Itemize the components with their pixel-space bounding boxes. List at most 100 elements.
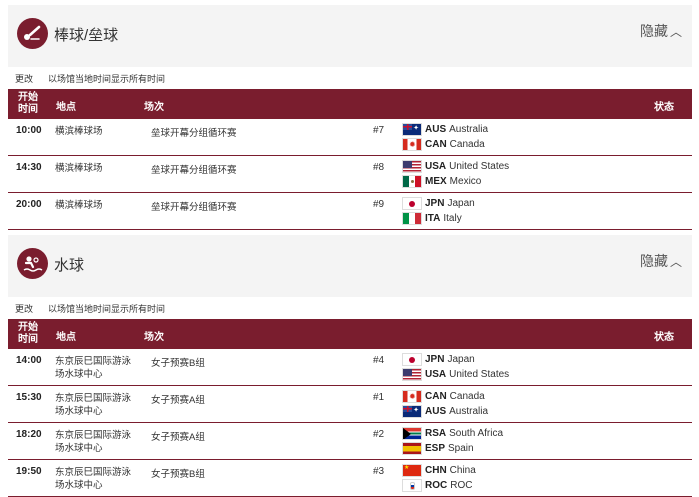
change-timezone-link[interactable]: 更改 bbox=[15, 72, 33, 85]
usa-flag-icon bbox=[402, 159, 422, 173]
hide-button[interactable]: 隐藏 ︿ bbox=[640, 21, 682, 41]
can-flag-icon bbox=[402, 137, 422, 151]
team-name: Canada bbox=[449, 390, 485, 402]
match-time: 14:30 bbox=[16, 162, 42, 173]
table-row[interactable]: 14:00 东京辰巳国际游泳场水球中心 女子预赛B组 #4 JPN Japan USA Uni… bbox=[8, 349, 692, 386]
team-code: RSA bbox=[425, 427, 447, 439]
team-name: United States bbox=[449, 368, 510, 380]
match-number: #7 bbox=[373, 125, 385, 136]
match-time: 15:30 bbox=[16, 392, 42, 403]
match-time: 18:20 bbox=[16, 429, 42, 440]
team-name: Canada bbox=[449, 138, 485, 150]
team-code: AUS bbox=[425, 405, 447, 417]
timezone-row: 更改 以场馆当地时间显示所有时间 bbox=[8, 67, 692, 89]
team-entry: AUSAustralia bbox=[402, 404, 488, 418]
team-name: South Africa bbox=[449, 427, 504, 439]
team-code: ESP bbox=[425, 442, 446, 454]
match-event: 垒球开幕分组循环赛 bbox=[151, 165, 237, 176]
esp-flag-icon bbox=[402, 441, 422, 455]
sport-header: 水球 隐藏 ︿ bbox=[8, 235, 692, 297]
team-name: Australia bbox=[449, 405, 489, 417]
match-number: #8 bbox=[373, 162, 385, 173]
sport-header: 棒球/垒球 隐藏 ︿ bbox=[8, 5, 692, 67]
team-code: CHN bbox=[425, 464, 447, 476]
team-entry: MEX Mexico bbox=[402, 174, 481, 188]
match-number: #3 bbox=[373, 466, 385, 477]
column-time: 开始时间 bbox=[18, 92, 38, 115]
match-time: 20:00 bbox=[16, 199, 42, 210]
table-header: 开始时间 地点 场次 状态 bbox=[8, 319, 692, 349]
match-event: 女子预赛B组 bbox=[151, 358, 205, 369]
table-row[interactable]: 15:30东京辰巳国际游泳场水球中心女子预赛A组#1CANCanadaAUSAu… bbox=[8, 386, 692, 423]
column-status: 状态 bbox=[654, 332, 674, 343]
team-code: USA bbox=[425, 160, 447, 172]
usa-flag-icon bbox=[402, 367, 422, 381]
team-entry: RSA South Africa bbox=[402, 426, 503, 440]
jpn-flag-icon bbox=[402, 352, 422, 366]
team-code: MEX bbox=[425, 175, 447, 187]
match-venue: 东京辰巳国际游泳场水球中心 bbox=[55, 467, 132, 491]
table-row[interactable]: 20:00 横滨棒球场 垒球开幕分组循环赛 #9 JPN Japan ITA Italy bbox=[8, 193, 692, 230]
chn-flag-icon bbox=[402, 463, 422, 477]
match-time: 10:00 bbox=[16, 125, 42, 136]
team-name: Italy bbox=[443, 212, 462, 224]
team-name: United States bbox=[449, 160, 510, 172]
baseball-icon bbox=[17, 18, 48, 49]
team-code: JPN bbox=[425, 353, 445, 365]
column-time: 开始时间 bbox=[18, 322, 38, 345]
sport-title: 水球 bbox=[54, 257, 85, 274]
roc-flag-icon bbox=[402, 478, 422, 492]
chevron-up-icon: ︿ bbox=[669, 255, 682, 269]
team-name: Mexico bbox=[449, 175, 482, 187]
match-number: #9 bbox=[373, 199, 385, 210]
team-name: ROC bbox=[450, 479, 473, 491]
sport-section-water-polo: 水球 隐藏 ︿ 更改 以场馆当地时间显示所有时间 开始时间 地点 场次 状态 14… bbox=[8, 235, 692, 497]
can-flag-icon bbox=[402, 389, 422, 403]
rsa-flag-icon bbox=[402, 426, 422, 440]
timezone-note: 以场馆当地时间显示所有时间 bbox=[48, 74, 166, 84]
table-body: 10:00横滨棒球场垒球开幕分组循环赛#7AUSAustraliaCANCana… bbox=[8, 119, 692, 230]
match-event: 垒球开幕分组循环赛 bbox=[151, 128, 237, 139]
team-entry: ROC ROC bbox=[402, 478, 472, 492]
match-event: 女子预赛B组 bbox=[151, 469, 205, 480]
aus-flag-icon bbox=[402, 122, 422, 136]
match-number: #2 bbox=[373, 429, 385, 440]
team-entry: JPN Japan bbox=[402, 196, 475, 210]
team-entry: USA United States bbox=[402, 367, 509, 381]
team-entry: CANCanada bbox=[402, 389, 485, 403]
team-name: Japan bbox=[447, 197, 475, 209]
team-code: ITA bbox=[425, 212, 441, 224]
timezone-note: 以场馆当地时间显示所有时间 bbox=[48, 304, 166, 314]
match-venue: 横滨棒球场 bbox=[55, 163, 103, 174]
table-row[interactable]: 14:30 横滨棒球场 垒球开幕分组循环赛 #8 USA United States MEX… bbox=[8, 156, 692, 193]
match-venue: 东京辰巳国际游泳场水球中心 bbox=[55, 393, 132, 417]
match-venue: 横滨棒球场 bbox=[55, 126, 103, 137]
team-code: JPN bbox=[425, 197, 445, 209]
team-name: Japan bbox=[447, 353, 475, 365]
aus-flag-icon bbox=[402, 404, 422, 418]
team-code: ROC bbox=[425, 479, 448, 491]
match-venue: 横滨棒球场 bbox=[55, 200, 103, 211]
table-row[interactable]: 10:00 横滨棒球场 垒球开幕分组循环赛 #7 AUSAustraliaCANCana… bbox=[8, 119, 692, 156]
column-event: 场次 bbox=[144, 332, 164, 343]
team-entry: CANCanada bbox=[402, 137, 485, 151]
team-name: China bbox=[449, 464, 476, 476]
table-row[interactable]: 19:50东京辰巳国际游泳场水球中心女子预赛B组#3CHNChinaROCROC bbox=[8, 460, 692, 497]
match-time: 14:00 bbox=[16, 355, 42, 366]
table-row[interactable]: 18:20 东京辰巳国际游泳场水球中心 女子预赛A组 #2 RSA South Afric… bbox=[8, 423, 692, 460]
match-venue: 东京辰巳国际游泳场水球中心 bbox=[55, 356, 132, 380]
team-entry: USA United States bbox=[402, 159, 509, 173]
match-number: #4 bbox=[373, 355, 385, 366]
change-timezone-link[interactable]: 更改 bbox=[15, 302, 33, 315]
column-event: 场次 bbox=[144, 102, 164, 113]
column-status: 状态 bbox=[654, 102, 674, 113]
mex-flag-icon bbox=[402, 174, 422, 188]
hide-button[interactable]: 隐藏 ︿ bbox=[640, 251, 682, 271]
column-venue: 地点 bbox=[56, 332, 76, 343]
team-entry: JPN Japan bbox=[402, 352, 475, 366]
jpn-flag-icon bbox=[402, 196, 422, 210]
match-time: 19:50 bbox=[16, 466, 42, 477]
timezone-row: 更改 以场馆当地时间显示所有时间 bbox=[8, 297, 692, 319]
team-entry: AUSAustralia bbox=[402, 122, 488, 136]
team-name: Australia bbox=[449, 123, 489, 135]
